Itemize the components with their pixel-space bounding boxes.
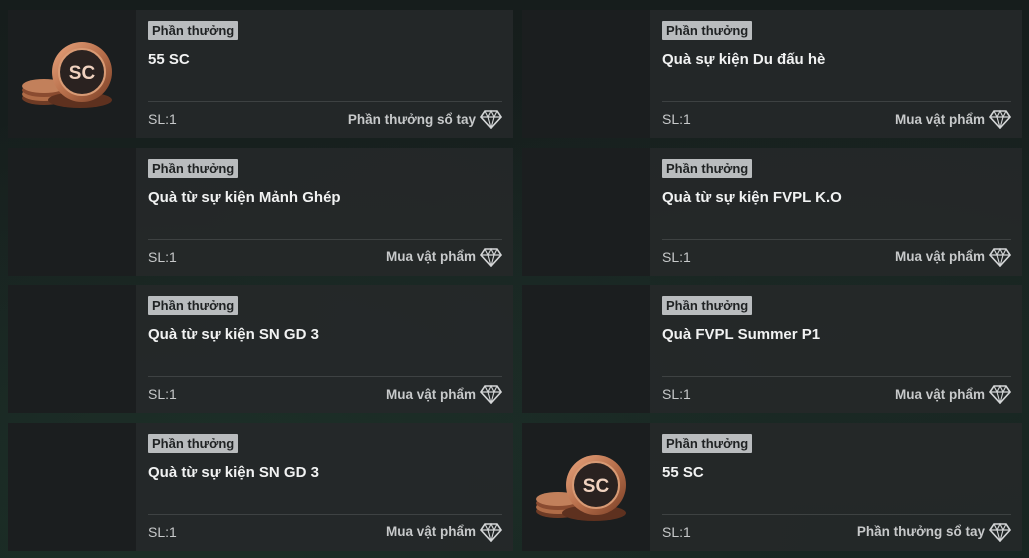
diamond-icon [989, 109, 1011, 129]
buy-item-link[interactable]: Mua vật phẩm [386, 522, 502, 542]
buy-item-label: Mua vật phẩm [385, 249, 476, 264]
reward-tag: Phần thưởng [148, 21, 239, 40]
diamond-icon [989, 384, 1011, 404]
reward-info: Phần thưởng 55 SC SL:1 Phần thưởng sổ ta… [136, 10, 513, 138]
reward-grid: SC Phần thưởng 55 SC SL:1 Phần thưởng sổ… [8, 10, 1022, 551]
reward-thumbnail [522, 285, 650, 413]
divider [662, 376, 1011, 377]
reward-thumbnail: SC [522, 422, 650, 551]
reward-card[interactable]: SC Phần thưởng 55 SC SL:1 Phần thưởng sổ… [8, 10, 513, 138]
buy-item-label: Mua vật phẩm [894, 386, 985, 402]
divider [148, 101, 502, 102]
buy-item-link[interactable]: Mua vật phẩm [386, 384, 502, 404]
reward-card[interactable]: Phần thưởng Quà sự kiện Du đấu hè SL:1 M… [522, 10, 1022, 138]
diamond-icon [989, 522, 1011, 542]
reward-title: Quà từ sự kiện SN GD 3 [148, 463, 319, 481]
reward-info: Phần thưởng Quà từ sự kiện SN GD 3 SL:1 … [136, 285, 513, 413]
reward-quantity: SL:1 [662, 386, 691, 402]
diamond-icon [989, 247, 1011, 267]
buy-item-link[interactable]: Mua vật phẩm [386, 247, 502, 267]
reward-source-label: Phần thưởng sổ tay [347, 111, 476, 127]
reward-thumbnail [8, 422, 136, 551]
reward-quantity: SL:1 [662, 523, 691, 540]
reward-info: Phần thưởng Quà sự kiện Du đấu hè SL:1 M… [650, 10, 1022, 138]
buy-item-label: Mua vật phẩm [894, 249, 985, 264]
reward-card[interactable]: Phần thưởng Quà từ sự kiện SN GD 3 SL:1 … [8, 285, 513, 413]
reward-thumbnail [522, 10, 650, 138]
reward-info: Phần thưởng Quà từ sự kiện Mảnh Ghép SL:… [136, 148, 513, 276]
reward-card[interactable]: Phần thưởng Quà từ sự kiện FVPL K.O SL:1… [522, 147, 1022, 276]
buy-item-link[interactable]: Mua vật phẩm [895, 384, 1011, 404]
reward-quantity: SL:1 [148, 523, 177, 540]
reward-source-label: Phần thưởng sổ tay [856, 524, 985, 539]
divider [662, 513, 1011, 515]
reward-thumbnail [8, 147, 136, 276]
reward-title: Quà từ sự kiện FVPL K.O [662, 188, 842, 206]
reward-tag: Phần thưởng [148, 433, 239, 453]
divider [662, 238, 1011, 240]
reward-tag: Phần thưởng [662, 21, 753, 40]
buy-item-label: Mua vật phẩm [894, 111, 985, 127]
reward-info: Phần thưởng Quà FVPL Summer P1 SL:1 Mua … [650, 285, 1022, 413]
reward-quantity: SL:1 [662, 111, 691, 127]
reward-title: Quà từ sự kiện Mảnh Ghép [148, 188, 341, 206]
reward-source-link[interactable]: Phần thưởng sổ tay [857, 522, 1011, 542]
divider [662, 101, 1011, 102]
reward-tag: Phần thưởng [148, 158, 239, 178]
divider [148, 376, 502, 377]
reward-card[interactable]: Phần thưởng Quà FVPL Summer P1 SL:1 Mua … [522, 285, 1022, 413]
reward-info: Phần thưởng Quà từ sự kiện FVPL K.O SL:1… [650, 148, 1022, 276]
reward-thumbnail [522, 147, 650, 276]
buy-item-label: Mua vật phẩm [385, 386, 476, 402]
buy-item-label: Mua vật phẩm [385, 524, 476, 539]
reward-info: Phần thưởng Quà từ sự kiện SN GD 3 SL:1 … [136, 423, 513, 551]
sc-coin-icon: SC [22, 42, 112, 108]
reward-info: Phần thưởng 55 SC SL:1 Phần thưởng sổ ta… [650, 423, 1022, 551]
reward-title: Quà sự kiện Du đấu hè [662, 51, 826, 68]
diamond-icon [480, 522, 502, 542]
reward-quantity: SL:1 [148, 386, 177, 402]
reward-title: Quà FVPL Summer P1 [662, 326, 821, 343]
diamond-icon [480, 384, 502, 404]
reward-thumbnail [8, 285, 136, 413]
reward-source-link[interactable]: Phần thưởng sổ tay [348, 109, 502, 129]
svg-text:SC: SC [69, 63, 96, 84]
reward-card[interactable]: Phần thưởng Quà từ sự kiện SN GD 3 SL:1 … [8, 422, 513, 551]
reward-tag: Phần thưởng [148, 296, 239, 315]
reward-tag: Phần thưởng [662, 433, 753, 453]
reward-tag: Phần thưởng [662, 296, 753, 315]
reward-title: Quà từ sự kiện SN GD 3 [148, 326, 319, 343]
divider [148, 513, 502, 515]
reward-card[interactable]: SC Phần thưởng 55 SC SL:1 Phần thưởng sổ… [522, 422, 1022, 551]
svg-text:SC: SC [583, 476, 610, 497]
divider [148, 238, 502, 240]
reward-card[interactable]: Phần thưởng Quà từ sự kiện Mảnh Ghép SL:… [8, 147, 513, 276]
reward-title: 55 SC [662, 463, 704, 481]
diamond-icon [480, 109, 502, 129]
reward-tag: Phần thưởng [662, 158, 753, 178]
reward-quantity: SL:1 [148, 248, 177, 265]
sc-coin-icon: SC [536, 454, 626, 521]
diamond-icon [480, 247, 502, 267]
reward-title: 55 SC [148, 51, 190, 68]
reward-thumbnail: SC [8, 10, 136, 138]
buy-item-link[interactable]: Mua vật phẩm [895, 109, 1011, 129]
buy-item-link[interactable]: Mua vật phẩm [895, 247, 1011, 267]
reward-quantity: SL:1 [662, 248, 691, 265]
reward-quantity: SL:1 [148, 111, 177, 127]
